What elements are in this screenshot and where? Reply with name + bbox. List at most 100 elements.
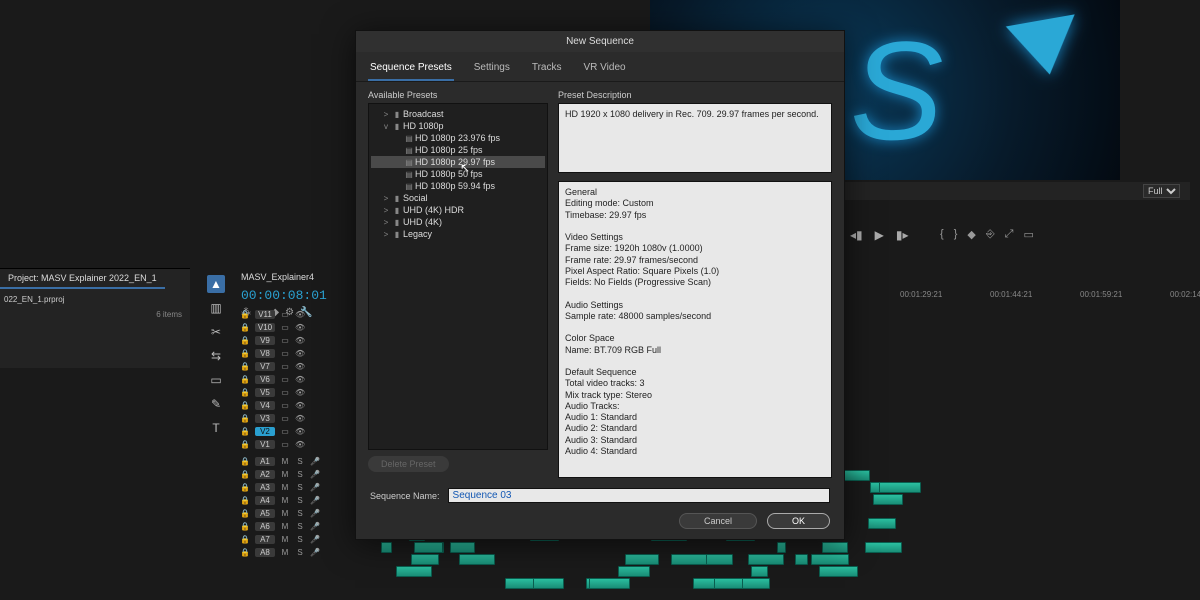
sync-lock-icon[interactable]: ▭ <box>280 362 290 371</box>
sync-lock-icon[interactable]: ▭ <box>280 401 290 410</box>
preset-hd-1080p-23-976-fps[interactable]: HD 1080p 23.976 fps <box>371 132 545 144</box>
eye-icon[interactable]: 👁 <box>295 427 305 436</box>
video-track-V3[interactable]: 🔒V3▭👁 <box>240 412 350 425</box>
lock-icon[interactable]: 🔒 <box>240 427 250 436</box>
step-fwd-button[interactable]: ▮▸ <box>896 228 909 242</box>
lock-icon[interactable]: 🔒 <box>240 496 250 505</box>
track-label[interactable]: V11 <box>255 310 275 319</box>
clip[interactable] <box>819 566 858 577</box>
audio-track-A5[interactable]: 🔒A5MS🎤 <box>240 507 350 520</box>
preset-social[interactable]: >Social <box>371 192 545 204</box>
lock-icon[interactable]: 🔒 <box>240 535 250 544</box>
project-tab[interactable]: Project: MASV Explainer 2022_EN_1 <box>0 269 165 289</box>
tool-4[interactable]: ▭ <box>207 371 225 389</box>
lock-icon[interactable]: 🔒 <box>240 483 250 492</box>
track-label[interactable]: A2 <box>255 470 275 479</box>
clip[interactable] <box>625 554 659 565</box>
track-label[interactable]: V5 <box>255 388 275 397</box>
ok-button[interactable]: OK <box>767 513 830 529</box>
lock-icon[interactable]: 🔒 <box>240 509 250 518</box>
clip[interactable] <box>396 566 432 577</box>
audio-track-A8[interactable]: 🔒A8MS🎤 <box>240 546 350 559</box>
clip[interactable] <box>865 542 902 553</box>
video-track-V4[interactable]: 🔒V4▭👁 <box>240 399 350 412</box>
tool-6[interactable]: T <box>207 419 225 437</box>
lock-icon[interactable]: 🔒 <box>240 522 250 531</box>
track-label[interactable]: V6 <box>255 375 275 384</box>
mark-out-icon[interactable]: } <box>954 228 958 241</box>
track-label[interactable]: V8 <box>255 349 275 358</box>
eye-icon[interactable]: 👁 <box>295 414 305 423</box>
clip[interactable] <box>751 566 768 577</box>
preset-hd-1080p-59-94-fps[interactable]: HD 1080p 59.94 fps <box>371 180 545 192</box>
video-track-V8[interactable]: 🔒V8▭👁 <box>240 347 350 360</box>
lift-icon[interactable]: ⎆ <box>986 228 995 241</box>
eye-icon[interactable]: 👁 <box>295 310 305 319</box>
mute-icon[interactable]: M <box>280 509 290 518</box>
disclosure-icon[interactable]: > <box>381 218 391 227</box>
track-label[interactable]: V7 <box>255 362 275 371</box>
lock-icon[interactable]: 🔒 <box>240 336 250 345</box>
dialog-tab-vr-video[interactable]: VR Video <box>582 58 628 81</box>
lock-icon[interactable]: 🔒 <box>240 388 250 397</box>
sync-lock-icon[interactable]: ▭ <box>280 427 290 436</box>
mute-icon[interactable]: M <box>280 522 290 531</box>
track-label[interactable]: A5 <box>255 509 275 518</box>
clip[interactable] <box>381 542 393 553</box>
mark-in-icon[interactable]: { <box>940 228 944 241</box>
track-label[interactable]: A3 <box>255 483 275 492</box>
sync-lock-icon[interactable]: ▭ <box>280 414 290 423</box>
tool-5[interactable]: ✎ <box>207 395 225 413</box>
mute-icon[interactable]: M <box>280 483 290 492</box>
preset-hd-1080p-25-fps[interactable]: HD 1080p 25 fps <box>371 144 545 156</box>
lock-icon[interactable]: 🔒 <box>240 362 250 371</box>
project-item[interactable]: 022_EN_1.prproj <box>0 289 190 306</box>
eye-icon[interactable]: 👁 <box>295 401 305 410</box>
audio-track-A4[interactable]: 🔒A4MS🎤 <box>240 494 350 507</box>
preset-broadcast[interactable]: >Broadcast <box>371 108 545 120</box>
voice-icon[interactable]: 🎤 <box>310 548 320 557</box>
sync-lock-icon[interactable]: ▭ <box>280 349 290 358</box>
sync-lock-icon[interactable]: ▭ <box>280 388 290 397</box>
preset-legacy[interactable]: >Legacy <box>371 228 545 240</box>
track-label[interactable]: A4 <box>255 496 275 505</box>
track-label[interactable]: V9 <box>255 336 275 345</box>
sync-lock-icon[interactable]: ▭ <box>280 336 290 345</box>
lock-icon[interactable]: 🔒 <box>240 457 250 466</box>
audio-track-A3[interactable]: 🔒A3MS🎤 <box>240 481 350 494</box>
solo-icon[interactable]: S <box>295 496 305 505</box>
clip[interactable] <box>414 542 443 553</box>
clip[interactable] <box>706 554 733 565</box>
clip[interactable] <box>777 542 786 553</box>
disclosure-icon[interactable]: v <box>381 122 391 131</box>
preset-uhd-4k-[interactable]: >UHD (4K) <box>371 216 545 228</box>
disclosure-icon[interactable]: > <box>381 110 391 119</box>
step-back-button[interactable]: ◂▮ <box>850 228 863 242</box>
eye-icon[interactable]: 👁 <box>295 375 305 384</box>
tool-1[interactable]: ▥ <box>207 299 225 317</box>
sync-lock-icon[interactable]: ▭ <box>280 310 290 319</box>
tool-2[interactable]: ✂ <box>207 323 225 341</box>
dialog-tab-tracks[interactable]: Tracks <box>530 58 564 81</box>
marker-icon[interactable]: ◆ <box>967 228 975 241</box>
clip[interactable] <box>589 578 629 589</box>
cancel-button[interactable]: Cancel <box>679 513 757 529</box>
solo-icon[interactable]: S <box>295 548 305 557</box>
track-label[interactable]: V10 <box>255 323 275 332</box>
sync-lock-icon[interactable]: ▭ <box>280 375 290 384</box>
solo-icon[interactable]: S <box>295 522 305 531</box>
clip[interactable] <box>879 482 921 493</box>
lock-icon[interactable]: 🔒 <box>240 440 250 449</box>
dialog-tab-sequence-presets[interactable]: Sequence Presets <box>368 58 454 81</box>
clip[interactable] <box>411 554 440 565</box>
track-label[interactable]: A7 <box>255 535 275 544</box>
solo-icon[interactable]: S <box>295 483 305 492</box>
solo-icon[interactable]: S <box>295 509 305 518</box>
mute-icon[interactable]: M <box>280 496 290 505</box>
extract-icon[interactable]: ⤢ <box>1005 228 1014 241</box>
mute-icon[interactable]: M <box>280 470 290 479</box>
track-label[interactable]: A8 <box>255 548 275 557</box>
clip[interactable] <box>714 578 744 589</box>
mute-icon[interactable]: M <box>280 548 290 557</box>
clip[interactable] <box>822 542 848 553</box>
